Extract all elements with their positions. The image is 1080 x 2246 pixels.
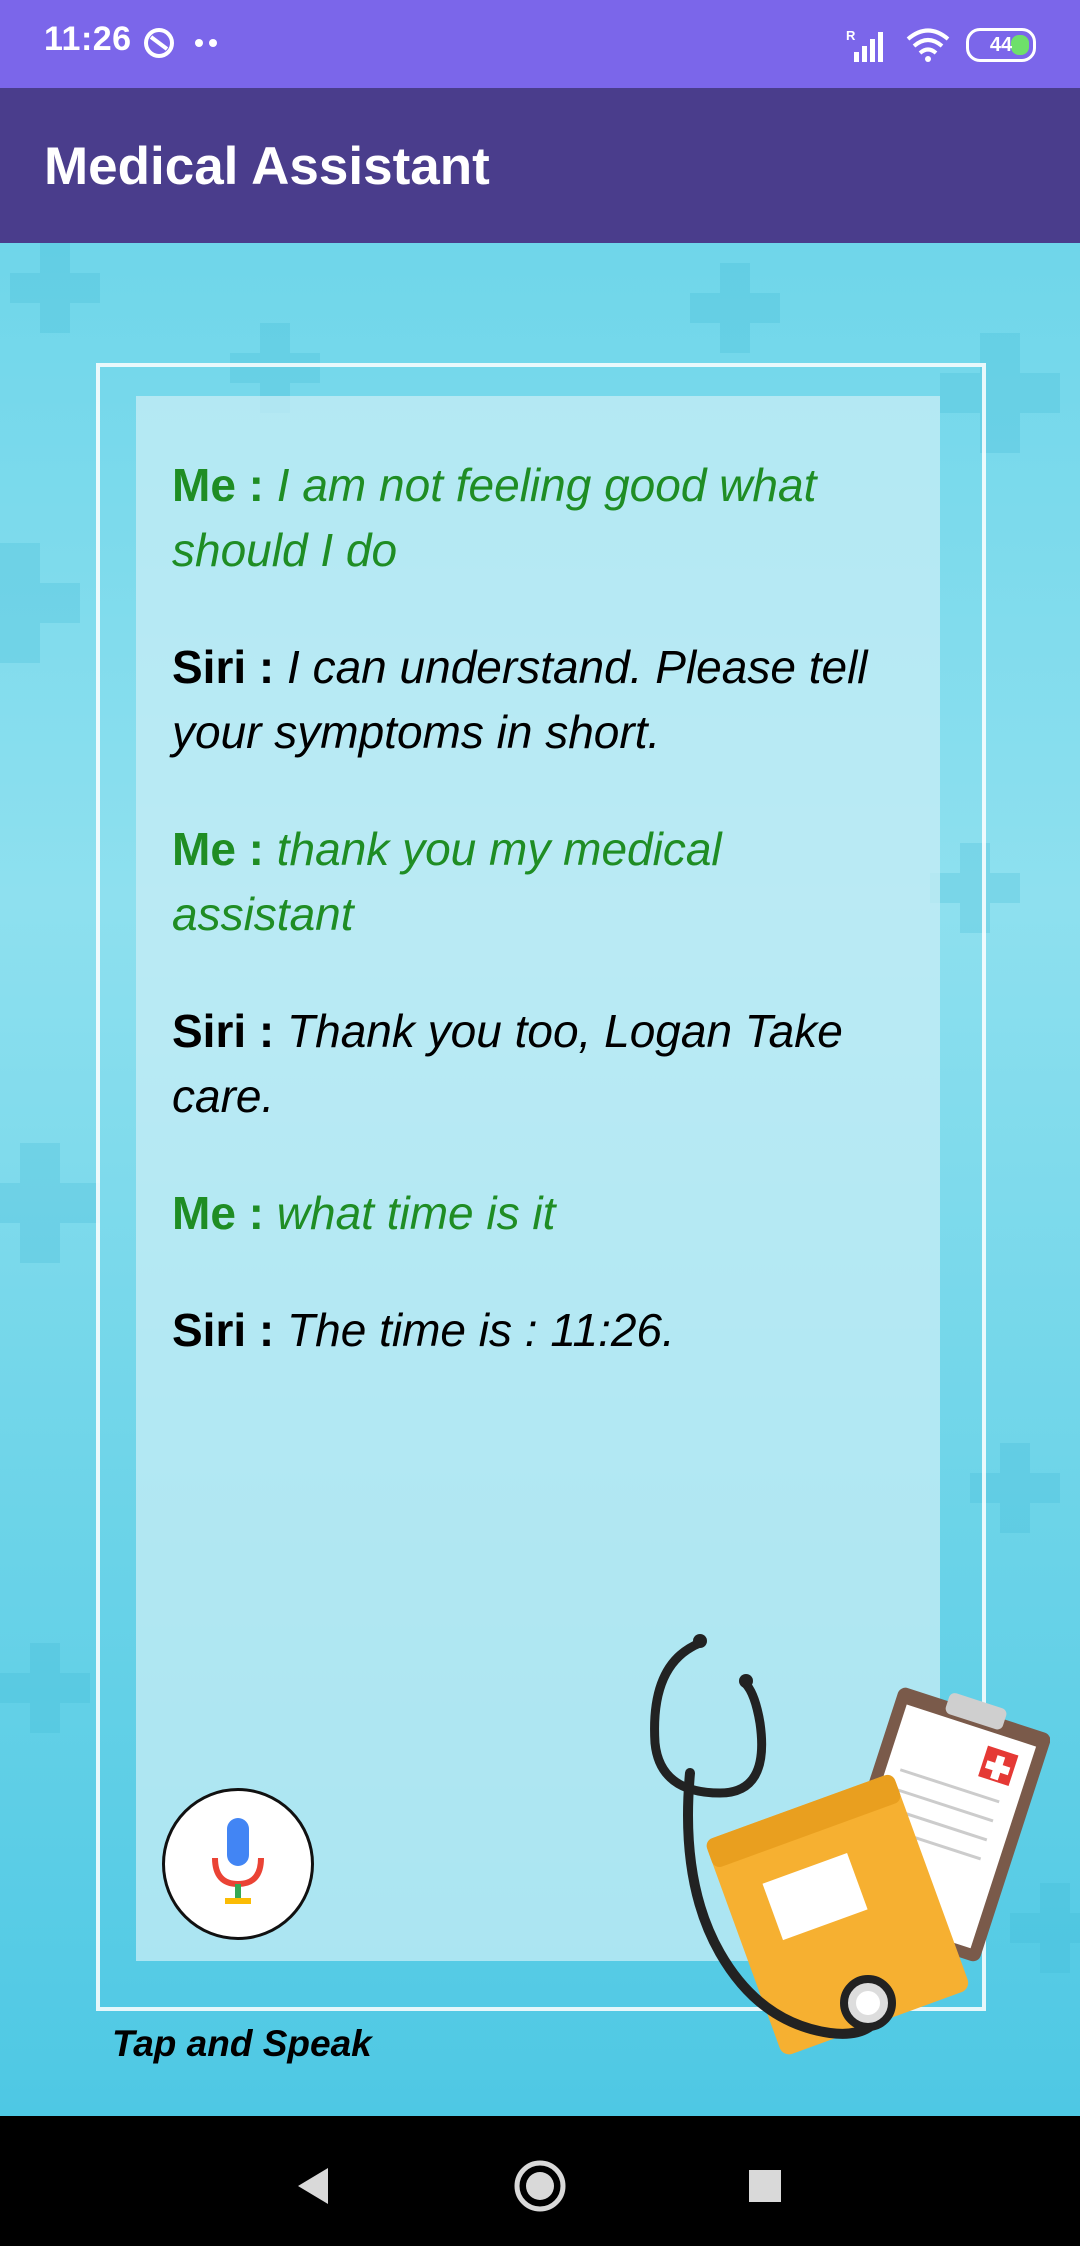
wifi-icon [906, 28, 950, 62]
mic-button[interactable] [162, 1788, 314, 1940]
conversation-list: Me : I am not feeling good what should I… [172, 453, 912, 1415]
status-time: 11:26 [44, 20, 132, 58]
do-not-disturb-icon [144, 28, 174, 58]
message-me: Me : what time is it [172, 1181, 912, 1246]
message-text: what time is it [276, 1187, 556, 1239]
message-siri: Siri : I can understand. Please tell you… [172, 635, 912, 765]
back-triangle-icon [298, 2168, 328, 2204]
system-nav-bar [0, 2116, 1080, 2246]
stethoscope-folder-illustration [650, 1634, 1050, 2055]
message-text: I can understand. Please tell your sympt… [172, 641, 868, 758]
recents-button[interactable] [735, 2156, 795, 2216]
status-bar: 11:26 R 44 [0, 0, 1080, 88]
speaker-label: Me : [172, 823, 264, 875]
message-me: Me : thank you my medical assistant [172, 817, 912, 947]
recents-square-icon [749, 2170, 781, 2202]
speaker-label: Siri : [172, 641, 275, 693]
speaker-label: Siri : [172, 1005, 275, 1057]
message-me: Me : I am not feeling good what should I… [172, 453, 912, 583]
speaker-label: Me : [172, 1187, 264, 1239]
back-button[interactable] [282, 2156, 342, 2216]
message-siri: Siri : The time is : 11:26. [172, 1298, 912, 1363]
more-notifications-icon [195, 39, 217, 47]
home-circle-icon [514, 2160, 566, 2212]
status-right-icons: R 44 [846, 22, 1036, 68]
battery-level: 44 [989, 33, 1013, 56]
message-siri: Siri : Thank you too, Logan Take care. [172, 999, 912, 1129]
battery-icon: 44 [966, 28, 1036, 62]
message-text: I am not feeling good what should I do [172, 459, 817, 576]
message-text: The time is : 11:26. [287, 1304, 675, 1356]
signal-icon: R [846, 28, 883, 62]
home-button[interactable] [510, 2156, 570, 2216]
tap-and-speak-label: Tap and Speak [112, 2023, 372, 2064]
svg-text:R: R [846, 28, 856, 43]
speaker-label: Me : [172, 459, 264, 511]
speaker-label: Siri : [172, 1304, 275, 1356]
app-bar: Medical Assistant [0, 88, 1080, 243]
main-content: Me : I am not feeling good what should I… [0, 243, 1080, 2116]
app-title: Medical Assistant [44, 137, 490, 196]
microphone-icon [212, 1818, 264, 1904]
status-left-icons [142, 18, 220, 68]
